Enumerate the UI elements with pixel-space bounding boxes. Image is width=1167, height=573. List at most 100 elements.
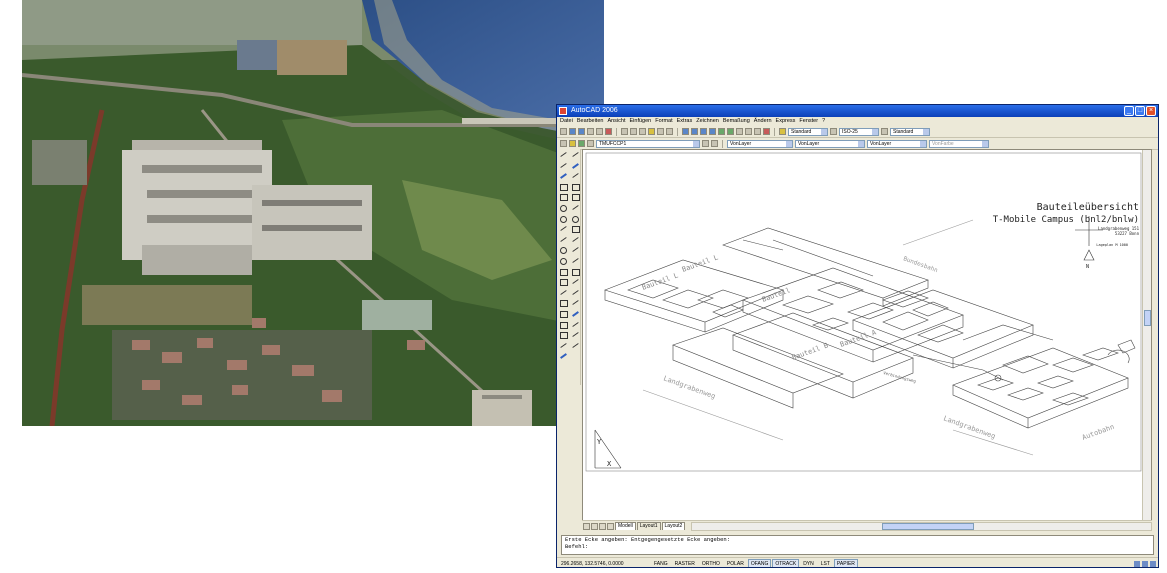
next-tab-button[interactable] [599, 522, 606, 530]
minimize-button[interactable]: _ [1124, 106, 1134, 116]
menu-bemassung[interactable]: Bemaßung [723, 117, 750, 126]
print-icon[interactable] [587, 128, 594, 135]
open-icon[interactable] [569, 128, 576, 135]
menu-express[interactable]: Express [776, 117, 796, 126]
copy-tool-icon[interactable] [571, 162, 580, 170]
layer-previous-icon[interactable] [711, 140, 718, 147]
horizontal-scroll-thumb[interactable] [882, 522, 975, 530]
status-dyn[interactable]: DYN [800, 559, 817, 568]
status-papier[interactable]: PAPIER [833, 558, 858, 567]
undo-icon[interactable] [657, 128, 664, 135]
stretch-tool-icon[interactable] [571, 236, 580, 244]
region-tool-icon[interactable] [559, 321, 568, 329]
paste-icon[interactable] [639, 128, 646, 135]
sheetset-icon[interactable] [745, 128, 752, 135]
lock-toolbar-icon[interactable] [1142, 560, 1148, 567]
menu-datei[interactable]: Datei [560, 117, 573, 126]
arc-tool-icon[interactable] [559, 204, 568, 212]
new-icon[interactable] [560, 128, 567, 135]
calculator-icon[interactable] [763, 128, 770, 135]
plotstyle-select[interactable]: VonFarbe [929, 139, 989, 148]
menu-ansicht[interactable]: Ansicht [607, 117, 625, 126]
draw-extra-icon[interactable] [559, 352, 568, 360]
trim-tool-icon[interactable] [571, 246, 580, 254]
fillet-tool-icon[interactable] [571, 299, 580, 307]
communication-center-icon[interactable] [1134, 560, 1140, 567]
break-tool-icon[interactable] [571, 268, 580, 276]
save-icon[interactable] [578, 128, 585, 135]
pan-icon[interactable] [682, 128, 689, 135]
layer-select[interactable]: TMUFCCP1 [596, 139, 700, 148]
mtext-tool-icon[interactable] [559, 342, 568, 350]
tab-layout2[interactable]: Layout2 [661, 522, 686, 530]
join-tool-icon[interactable] [571, 278, 580, 286]
status-lst[interactable]: LST [818, 559, 833, 568]
revcloud-tool-icon[interactable] [559, 225, 568, 233]
hatch-tool-icon[interactable] [559, 299, 568, 308]
erase-tool-icon[interactable] [571, 151, 580, 159]
command-prompt[interactable]: Befehl: [565, 543, 1150, 551]
command-window[interactable]: Erste Ecke angeben: Entgegengesetzte Eck… [561, 535, 1154, 555]
make-block-tool-icon[interactable] [559, 278, 568, 287]
layer-manager-icon[interactable] [560, 140, 567, 147]
status-ofang[interactable]: OFANG [747, 558, 772, 567]
vertical-scroll-thumb[interactable] [1144, 310, 1151, 326]
redo-icon[interactable] [666, 128, 673, 135]
extend-tool-icon[interactable] [571, 257, 580, 265]
drawing-area[interactable]: Bauteileübersicht T-Mobile Campus (bnl2/… [582, 149, 1152, 530]
zoom-realtime-icon[interactable] [691, 128, 698, 135]
markup-icon[interactable] [754, 128, 761, 135]
linetype-select[interactable]: VonLayer [795, 139, 865, 148]
designcenter-icon[interactable] [727, 128, 734, 135]
zoom-previous-icon[interactable] [709, 128, 716, 135]
make-current-icon[interactable] [702, 140, 709, 147]
ellipse-arc-tool-icon[interactable] [559, 257, 568, 265]
toolpalette-icon[interactable] [736, 128, 743, 135]
explode-tool-icon[interactable] [571, 310, 580, 318]
xline-tool-icon[interactable] [559, 162, 568, 170]
copy-icon[interactable] [630, 128, 637, 135]
vertical-scrollbar[interactable] [1142, 150, 1151, 529]
table-style-select[interactable]: Standard [890, 127, 930, 136]
menu-einfuegen[interactable]: Einfügen [630, 117, 652, 126]
gradient-tool-icon[interactable] [559, 310, 568, 318]
point-tool-icon[interactable] [559, 289, 568, 297]
menu-zeichnen[interactable]: Zeichnen [696, 117, 719, 126]
offset-tool-icon[interactable] [571, 183, 580, 191]
mirror-tool-icon[interactable] [571, 172, 580, 180]
spline-tool-icon[interactable] [559, 236, 568, 244]
lineweight-select[interactable]: VonLayer [867, 139, 927, 148]
match-properties-icon[interactable] [648, 128, 655, 135]
first-tab-button[interactable] [583, 522, 590, 530]
menu-extras[interactable]: Extras [677, 117, 693, 126]
array-tool-icon[interactable] [571, 193, 580, 202]
menu-help[interactable]: ? [822, 117, 825, 126]
dim-style-select[interactable]: ISO-25 [839, 127, 879, 136]
table-tool-icon[interactable] [559, 331, 568, 340]
status-ortho[interactable]: ORTHO [699, 559, 723, 568]
maximize-button[interactable]: □ [1135, 106, 1145, 116]
menu-bearbeiten[interactable]: Bearbeiten [577, 117, 604, 126]
insert-block-tool-icon[interactable] [559, 268, 568, 276]
polyline-tool-icon[interactable] [559, 172, 568, 180]
ellipse-tool-icon[interactable] [559, 246, 568, 255]
rotate-tool-icon[interactable] [571, 215, 580, 223]
menu-aendern[interactable]: Ändern [754, 117, 772, 126]
preview-icon[interactable] [596, 128, 603, 135]
scale-tool-icon[interactable] [571, 225, 580, 234]
menu-format[interactable]: Format [655, 117, 672, 126]
status-polar[interactable]: POLAR [724, 559, 747, 568]
status-fang[interactable]: FANG [651, 559, 671, 568]
close-button[interactable]: × [1146, 106, 1156, 116]
line-tool-icon[interactable] [559, 151, 568, 159]
last-tab-button[interactable] [607, 522, 614, 530]
rectangle-tool-icon[interactable] [559, 193, 568, 202]
zoom-window-icon[interactable] [700, 128, 707, 135]
tab-modell[interactable]: Modell [615, 522, 636, 530]
text-style-select[interactable]: Standard [788, 127, 828, 136]
menu-fenster[interactable]: Fenster [799, 117, 818, 126]
color-select[interactable]: VonLayer [727, 139, 793, 148]
move-tool-icon[interactable] [571, 204, 580, 212]
status-otrack[interactable]: OTRACK [772, 558, 800, 567]
circle-tool-icon[interactable] [559, 215, 568, 223]
